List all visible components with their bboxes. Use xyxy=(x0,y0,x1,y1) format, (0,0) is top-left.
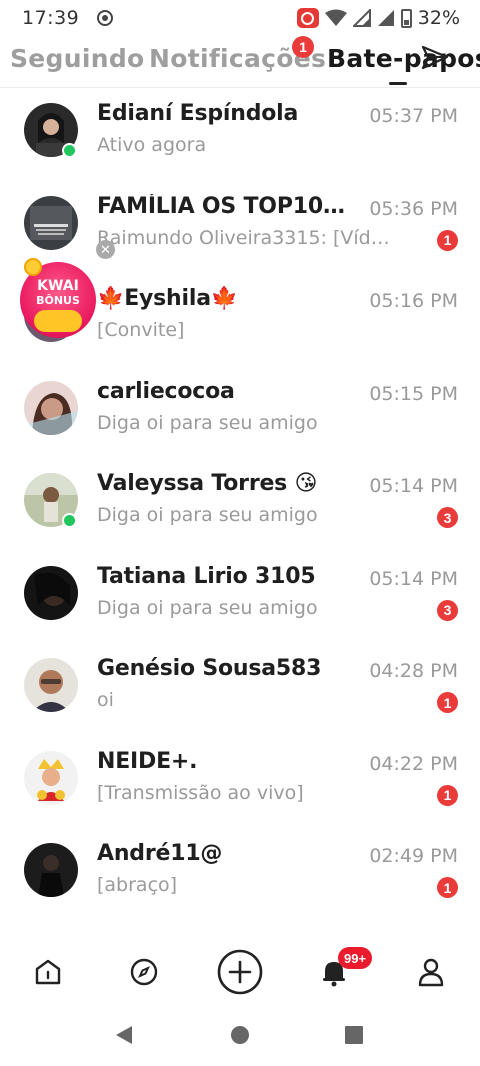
promo-label-kwai: KWAI xyxy=(37,278,79,294)
chat-preview: [Convite] xyxy=(97,319,185,341)
chat-time: 05:37 PM xyxy=(369,105,458,127)
close-promo-icon[interactable]: ✕ xyxy=(96,240,115,259)
back-icon[interactable] xyxy=(114,1024,134,1046)
status-bar: 17:39 32% xyxy=(0,0,480,36)
chat-time: 05:16 PM xyxy=(369,290,458,312)
chat-time: 05:15 PM xyxy=(369,382,458,405)
chat-row[interactable]: Tatiana Lirio 3105 Diga oi para seu amig… xyxy=(0,551,480,644)
send-icon[interactable] xyxy=(420,44,450,72)
tab-chats[interactable]: Bate-papos xyxy=(327,44,480,73)
chat-preview: Diga oi para seu amigo xyxy=(97,411,318,434)
chat-preview: [Transmissão ao vivo] xyxy=(97,781,304,804)
signal-icon xyxy=(352,9,371,27)
chat-time: 04:22 PM xyxy=(369,752,458,775)
online-indicator xyxy=(62,143,77,158)
chat-name: Tatiana Lirio 3105 xyxy=(97,563,316,589)
chat-row[interactable]: carliecocoa Diga oi para seu amigo 05:15… xyxy=(0,366,480,459)
status-time: 17:39 xyxy=(22,7,80,29)
plus-icon xyxy=(217,949,263,995)
avatar xyxy=(24,380,78,435)
avatar xyxy=(24,195,78,250)
wifi-icon xyxy=(324,9,347,26)
chat-row[interactable]: Edianí Espíndola Ativo agora 05:37 PM xyxy=(0,88,480,181)
home-circle-icon[interactable] xyxy=(229,1024,251,1046)
record-indicator-icon xyxy=(296,8,319,28)
bottom-nav: 99+ xyxy=(0,935,480,1010)
notifications-count-badge: 99+ xyxy=(338,947,373,969)
avatar xyxy=(24,565,78,620)
chat-row[interactable]: NEIDE+. [Transmissão ao vivo] 04:22 PM 1 xyxy=(0,736,480,829)
screen-record-icon xyxy=(97,10,114,26)
unread-badge: 1 xyxy=(437,692,458,713)
unread-badge: 1 xyxy=(437,784,458,806)
chat-name: André11@ xyxy=(97,841,223,866)
chat-preview: Diga oi para seu amigo xyxy=(97,596,318,619)
chat-name: Edianí Espíndola xyxy=(97,101,299,126)
status-icons: 32% xyxy=(296,7,460,29)
chat-name: NEIDE+. xyxy=(97,748,198,774)
chat-row[interactable]: Valeyssa Torres 😘 Diga oi para seu amigo… xyxy=(0,458,480,551)
recents-icon[interactable] xyxy=(344,1024,364,1046)
avatar xyxy=(24,750,78,805)
battery-level: 32% xyxy=(417,7,460,29)
discover-button[interactable] xyxy=(122,950,166,994)
system-nav-bar xyxy=(0,1010,480,1066)
home-button[interactable] xyxy=(26,950,70,994)
chat-preview: Diga oi para seu amigo xyxy=(97,504,318,526)
promo-label-bonus: BÔNUS xyxy=(36,294,80,307)
chat-name: 🍁Eyshila🍁 xyxy=(97,286,239,311)
chat-preview: [abraço] xyxy=(97,874,178,896)
chat-preview: Raimundo Oliveira3315: [Vídeo] xyxy=(97,226,397,249)
chat-list: Edianí Espíndola Ativo agora 05:37 PM FA… xyxy=(0,88,480,921)
chat-time: 02:49 PM xyxy=(369,845,458,867)
tab-following[interactable]: Seguindo xyxy=(10,44,145,73)
unread-badge: 3 xyxy=(437,507,458,528)
unread-badge: 1 xyxy=(437,229,458,251)
chat-time: 05:14 PM xyxy=(369,567,458,590)
online-indicator xyxy=(62,513,77,528)
chat-name: FAMÍLIA OS TOP10 D... xyxy=(97,193,347,219)
chat-time: 05:36 PM xyxy=(369,197,458,220)
chat-row[interactable]: André11@ [abraço] 02:49 PM 1 xyxy=(0,828,480,921)
chat-name: carliecocoa xyxy=(97,378,235,404)
avatar xyxy=(24,658,78,712)
chat-name: Genésio Sousa583 xyxy=(97,656,322,681)
coins-icon xyxy=(34,310,82,332)
chat-name: Valeyssa Torres 😘 xyxy=(97,471,318,496)
active-tab-indicator xyxy=(389,82,407,85)
avatar xyxy=(24,843,78,897)
chat-row[interactable]: Genésio Sousa583 oi 04:28 PM 1 xyxy=(0,643,480,736)
home-icon xyxy=(35,959,61,985)
chat-time: 05:14 PM xyxy=(369,475,458,497)
top-tabs: Seguindo Notificações 1 Bate-papos xyxy=(0,36,480,88)
unread-badge: 1 xyxy=(437,877,458,898)
profile-icon xyxy=(418,958,444,987)
notifications-tab-badge: 1 xyxy=(292,36,314,58)
unread-badge: 3 xyxy=(437,599,458,621)
signal-icon-2 xyxy=(377,10,394,26)
battery-icon xyxy=(400,8,412,28)
chat-preview: Ativo agora xyxy=(97,134,207,156)
create-button[interactable] xyxy=(214,946,266,998)
chat-preview: oi xyxy=(97,689,114,711)
compass-icon xyxy=(130,958,158,986)
kwai-bonus-promo[interactable]: KWAI BÔNUS xyxy=(20,258,96,338)
profile-button[interactable] xyxy=(409,950,453,994)
coin-icon xyxy=(24,258,42,276)
chat-time: 04:28 PM xyxy=(369,660,458,682)
